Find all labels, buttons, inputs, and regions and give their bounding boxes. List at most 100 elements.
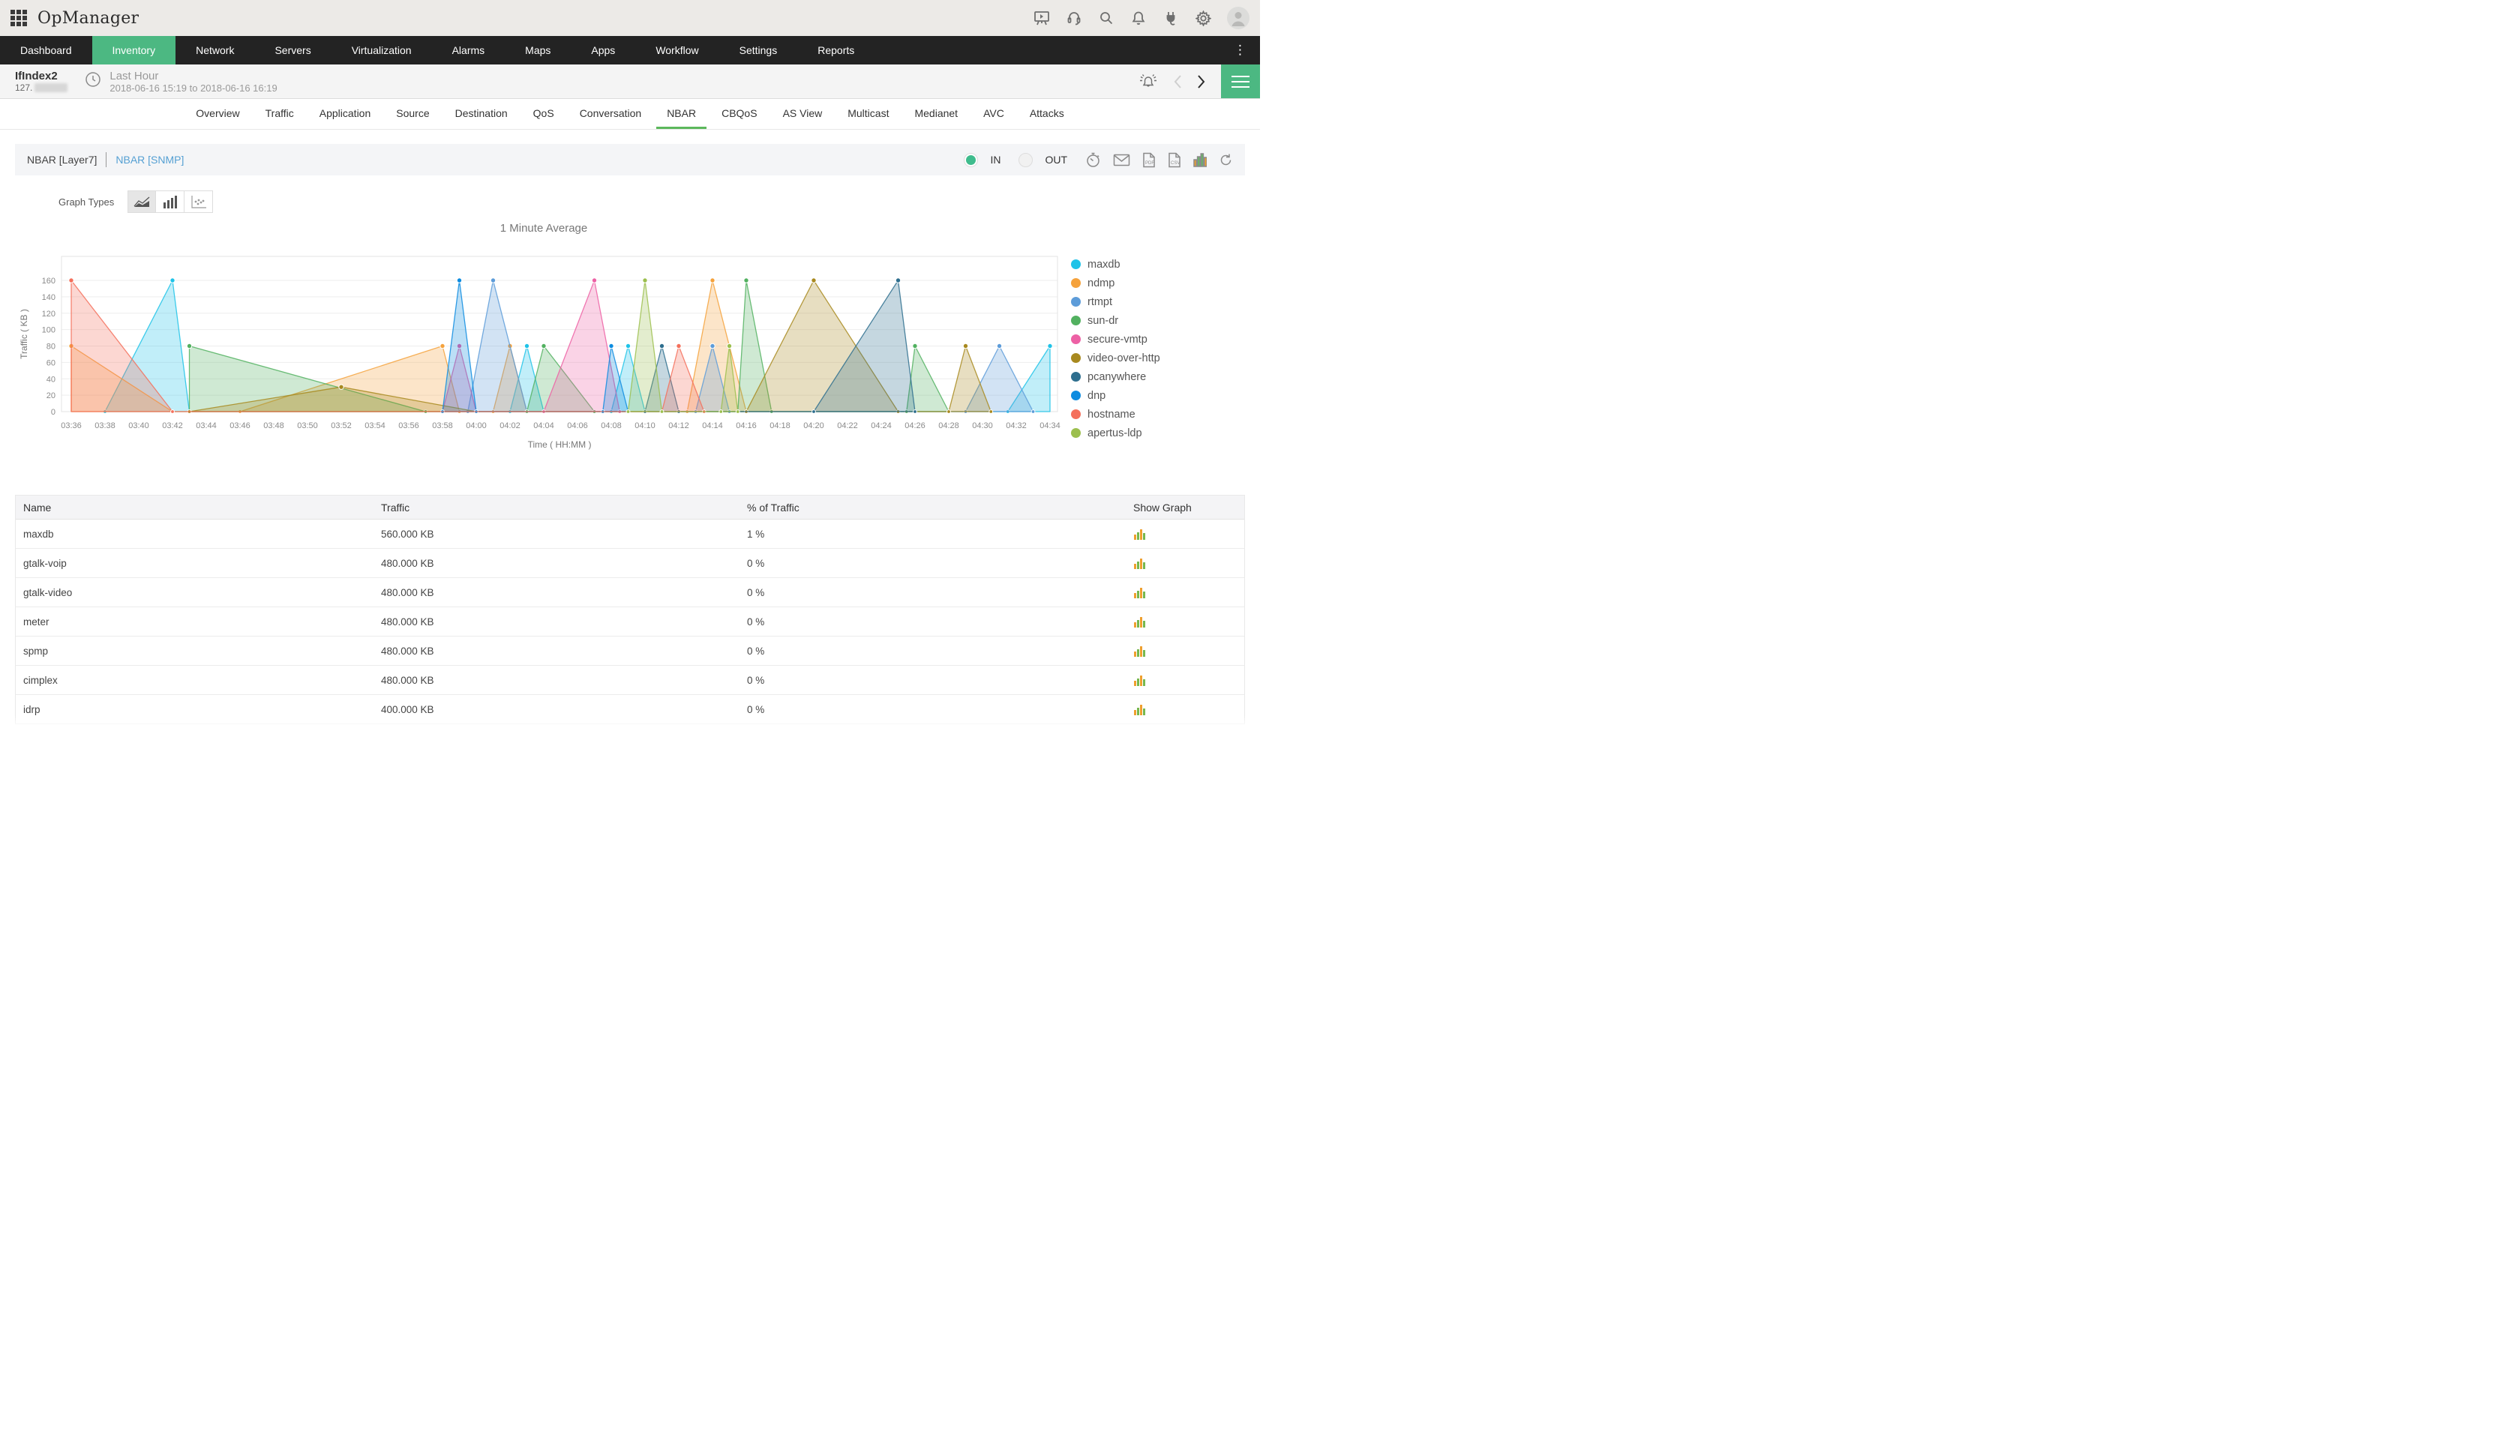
svg-text:04:16: 04:16 — [736, 421, 757, 430]
time-period[interactable]: Last Hour 2018-06-16 15:19 to 2018-06-16… — [110, 70, 277, 94]
nbar-snmp-link[interactable]: NBAR [SNMP] — [116, 154, 184, 166]
user-avatar[interactable] — [1227, 7, 1250, 29]
protocol-name: idrp — [16, 704, 381, 715]
nav-item-network[interactable]: Network — [176, 36, 254, 64]
tab-overview[interactable]: Overview — [185, 100, 250, 129]
svg-text:04:28: 04:28 — [938, 421, 959, 430]
legend-label: pcanywhere — [1088, 371, 1146, 383]
legend-item-rtmpt[interactable]: rtmpt — [1071, 292, 1160, 311]
nav-item-maps[interactable]: Maps — [505, 36, 571, 64]
traffic-value: 480.000 KB — [381, 558, 747, 569]
kebab-menu-icon[interactable]: ⋮ — [1220, 36, 1260, 64]
column-header--of-traffic: % of Traffic — [747, 502, 1118, 514]
traffic-value: 480.000 KB — [381, 675, 747, 686]
nav-item-settings[interactable]: Settings — [719, 36, 798, 64]
nav-item-virtualization[interactable]: Virtualization — [332, 36, 432, 64]
notifications-icon[interactable] — [1130, 10, 1147, 26]
nav-item-dashboard[interactable]: Dashboard — [0, 36, 92, 64]
nav-item-reports[interactable]: Reports — [797, 36, 874, 64]
tab-multicast[interactable]: Multicast — [837, 100, 899, 129]
out-radio[interactable] — [1018, 153, 1033, 167]
graph-types-label: Graph Types — [58, 196, 114, 208]
svg-text:0: 0 — [51, 408, 56, 417]
tab-source[interactable]: Source — [386, 100, 440, 129]
mini-bar-chart-icon[interactable] — [1118, 586, 1244, 599]
traffic-percent: 0 % — [747, 704, 1118, 715]
nbar-layer7-tab[interactable]: NBAR [Layer7] — [27, 154, 97, 166]
protocol-name: maxdb — [16, 529, 381, 540]
tab-cbqos[interactable]: CBQoS — [711, 100, 767, 129]
next-chevron-icon[interactable] — [1197, 74, 1206, 89]
tab-destination[interactable]: Destination — [445, 100, 518, 129]
legend-label: dnp — [1088, 390, 1106, 402]
tab-nbar[interactable]: NBAR — [656, 100, 706, 129]
app-grid-icon[interactable] — [10, 10, 27, 26]
schedule-icon[interactable] — [1085, 151, 1101, 168]
legend-label: sun-dr — [1088, 315, 1118, 327]
svg-text:04:10: 04:10 — [634, 421, 656, 430]
tab-application[interactable]: Application — [309, 100, 382, 129]
mini-bar-chart-icon[interactable] — [1118, 616, 1244, 628]
nav-item-servers[interactable]: Servers — [254, 36, 331, 64]
plugin-icon[interactable] — [1162, 10, 1179, 26]
support-icon[interactable] — [1066, 10, 1082, 26]
tab-medianet[interactable]: Medianet — [904, 100, 968, 129]
table-row-maxdb: maxdb560.000 KB1 % — [16, 520, 1244, 549]
svg-text:40: 40 — [46, 375, 56, 384]
device-alarm-icon[interactable] — [1138, 73, 1158, 91]
legend-item-sun-dr[interactable]: sun-dr — [1071, 311, 1160, 330]
email-icon[interactable] — [1113, 154, 1130, 166]
refresh-icon[interactable] — [1219, 153, 1233, 167]
nav-item-apps[interactable]: Apps — [571, 36, 635, 64]
legend-item-dnp[interactable]: dnp — [1071, 386, 1160, 405]
tab-avc[interactable]: AVC — [973, 100, 1015, 129]
legend-dot — [1071, 334, 1081, 344]
nbar-toolbar: NBAR [Layer7] NBAR [SNMP] IN OUT PDF CSV — [15, 144, 1245, 175]
settings-icon[interactable] — [1195, 10, 1211, 26]
prev-chevron-icon[interactable] — [1173, 74, 1182, 89]
legend-item-video-over-http[interactable]: video-over-http — [1071, 349, 1160, 367]
svg-text:100: 100 — [42, 326, 56, 335]
bar-chart-button[interactable] — [156, 190, 184, 213]
video-tour-icon[interactable] — [1034, 10, 1050, 26]
mini-bar-chart-icon[interactable] — [1118, 557, 1244, 570]
svg-text:20: 20 — [46, 391, 56, 400]
tab-traffic[interactable]: Traffic — [255, 100, 304, 129]
legend-item-pcanywhere[interactable]: pcanywhere — [1071, 367, 1160, 386]
page-header: IfIndex2 127. Last Hour 2018-06-16 15:19… — [0, 64, 1260, 99]
tab-conversation[interactable]: Conversation — [569, 100, 652, 129]
svg-text:03:58: 03:58 — [432, 421, 453, 430]
legend-item-hostname[interactable]: hostname — [1071, 405, 1160, 424]
legend-item-apertus-ldp[interactable]: apertus-ldp — [1071, 424, 1160, 442]
area-chart-button[interactable] — [128, 190, 156, 213]
opmanager-app: OpManager Dashb — [0, 0, 1260, 728]
in-radio[interactable] — [964, 153, 978, 167]
mini-bar-chart-icon[interactable] — [1118, 528, 1244, 541]
legend-dot — [1071, 428, 1081, 438]
tab-attacks[interactable]: Attacks — [1019, 100, 1075, 129]
nav-item-workflow[interactable]: Workflow — [635, 36, 718, 64]
mini-bar-chart-icon[interactable] — [1118, 645, 1244, 658]
mini-bar-chart-icon[interactable] — [1118, 674, 1244, 687]
traffic-area-chart[interactable]: 020406080100120140160Traffic ( KB )03:36… — [15, 247, 1072, 461]
traffic-value: 480.000 KB — [381, 587, 747, 598]
nav-item-alarms[interactable]: Alarms — [432, 36, 506, 64]
legend-item-maxdb[interactable]: maxdb — [1071, 255, 1160, 274]
pdf-export-icon[interactable]: PDF — [1142, 152, 1156, 168]
legend-dot — [1071, 259, 1081, 269]
mini-bar-chart-icon[interactable] — [1118, 703, 1244, 716]
chart-toggle-icon[interactable] — [1193, 153, 1207, 167]
traffic-percent: 0 % — [747, 646, 1118, 657]
tab-qos[interactable]: QoS — [523, 100, 565, 129]
csv-export-icon[interactable]: CSV — [1168, 152, 1181, 168]
tab-as-view[interactable]: AS View — [772, 100, 833, 129]
legend-dot — [1071, 353, 1081, 363]
scatter-chart-button[interactable] — [184, 190, 213, 213]
legend-label: maxdb — [1088, 259, 1120, 271]
nav-item-inventory[interactable]: Inventory — [92, 36, 176, 64]
legend-item-ndmp[interactable]: ndmp — [1071, 274, 1160, 292]
traffic-value: 480.000 KB — [381, 646, 747, 657]
search-icon[interactable] — [1098, 10, 1114, 26]
legend-item-secure-vmtp[interactable]: secure-vmtp — [1071, 330, 1160, 349]
menu-hamburger-icon[interactable] — [1221, 64, 1260, 98]
